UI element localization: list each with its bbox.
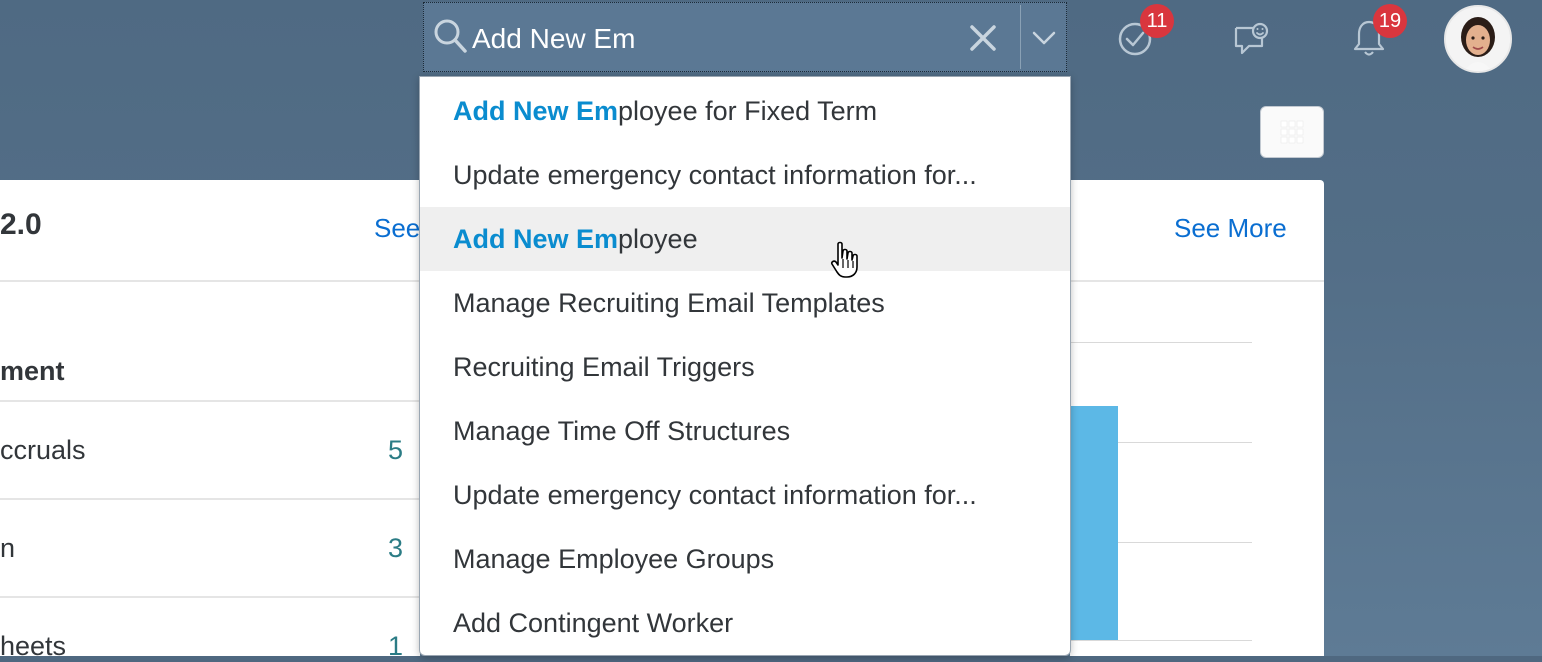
user-photo-icon: [1446, 7, 1510, 71]
suggestion-item[interactable]: Add New Employee for Fixed Term: [420, 79, 1070, 143]
chart-bar[interactable]: [1070, 406, 1118, 640]
suggestion-match-text: Add New Em: [453, 224, 619, 254]
search-suggestions-dropdown: Add New Employee for Fixed Term Update e…: [419, 76, 1071, 656]
suggestion-rest-text: Manage Employee Groups: [453, 544, 775, 574]
todo-badge: 11: [1140, 4, 1174, 38]
suggestion-item[interactable]: Recruiting Email Triggers: [420, 335, 1070, 399]
left-card-see-more-link[interactable]: See: [374, 213, 420, 244]
suggestion-item-hovered[interactable]: Add New Employee: [420, 207, 1070, 271]
suggestion-item[interactable]: Manage Employee Groups: [420, 527, 1070, 591]
search-separator: [1020, 5, 1021, 69]
left-card-title: 2.0: [0, 208, 42, 241]
right-card-header-divider: [1070, 280, 1324, 282]
chart-gridline: [1070, 640, 1252, 641]
search-bar[interactable]: [423, 2, 1067, 72]
suggestion-rest-text: ployee for Fixed Term: [618, 96, 878, 126]
table-divider: [0, 596, 420, 598]
suggestion-item[interactable]: Manage Recruiting Email Templates: [420, 271, 1070, 335]
suggestion-rest-text: Manage Recruiting Email Templates: [453, 288, 885, 318]
feedback-chat-icon[interactable]: [1232, 22, 1270, 58]
table-row-label[interactable]: n: [0, 533, 15, 564]
table-row-count[interactable]: 3: [388, 533, 403, 564]
suggestion-rest-text: Manage Time Off Structures: [453, 416, 791, 446]
suggestion-item[interactable]: Update emergency contact information for…: [420, 463, 1070, 527]
left-card-column-header: ment: [0, 356, 65, 386]
app-finder-button[interactable]: [1260, 106, 1324, 158]
table-row-label[interactable]: ccruals: [0, 435, 86, 466]
suggestion-item[interactable]: Manage Time Off Structures: [420, 399, 1070, 463]
suggestion-rest-text: Add Contingent Worker: [453, 608, 734, 638]
suggestion-item[interactable]: Add Contingent Worker: [420, 591, 1070, 655]
left-card: [0, 180, 420, 656]
notifications-badge: 19: [1373, 4, 1407, 38]
suggestion-rest-text: Update emergency contact information for…: [453, 480, 977, 510]
table-row-count[interactable]: 5: [388, 435, 403, 466]
suggestion-item[interactable]: Update emergency contact information for…: [420, 143, 1070, 207]
table-row-label[interactable]: heets: [0, 631, 66, 662]
table-divider: [0, 498, 420, 500]
grid-icon: [1280, 120, 1304, 144]
left-card-header-divider: [0, 280, 420, 282]
close-icon[interactable]: [966, 21, 1000, 55]
search-icon: [434, 19, 467, 53]
suggestion-rest-text: ployee: [618, 224, 698, 254]
table-divider: [0, 400, 420, 402]
suggestion-rest-text: Update emergency contact information for…: [453, 160, 977, 190]
search-input[interactable]: [472, 17, 952, 61]
avatar[interactable]: [1444, 5, 1512, 73]
suggestion-rest-text: Recruiting Email Triggers: [453, 352, 755, 382]
chevron-down-icon[interactable]: [1022, 3, 1066, 71]
table-row-count[interactable]: 1: [388, 631, 403, 662]
suggestion-match-text: Add New Em: [453, 96, 619, 126]
right-card-see-more-link[interactable]: See More: [1174, 213, 1287, 244]
chart-gridline: [1070, 342, 1252, 343]
